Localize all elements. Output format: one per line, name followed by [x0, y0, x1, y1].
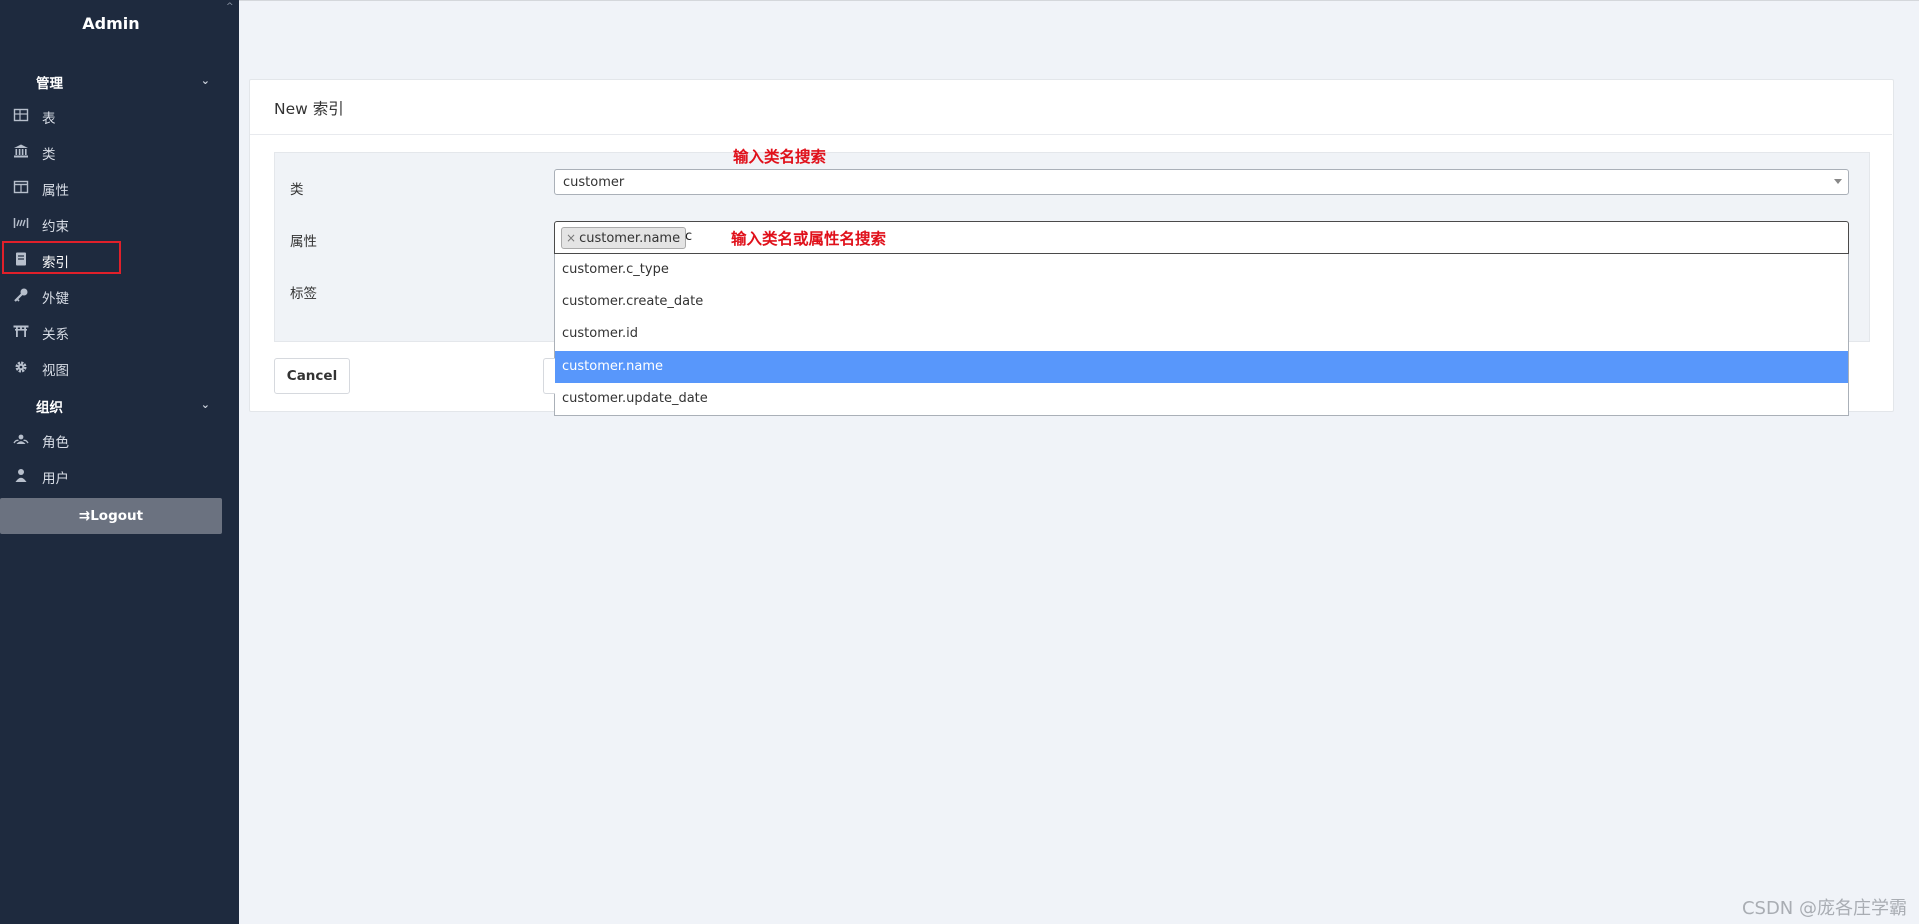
table-icon: [13, 108, 29, 122]
cancel-button[interactable]: Cancel: [274, 358, 350, 394]
tag-label: 标签: [290, 286, 317, 302]
sidebar: Admin ^ 管理 ⌄ 表 类 属性 约束 索引 外键 关系 视图 组织 ⌄: [0, 0, 239, 924]
group-org[interactable]: 组织 ⌄: [36, 396, 226, 418]
card-divider: [250, 134, 1892, 135]
sidebar-item-class[interactable]: 类: [0, 137, 239, 167]
group-org-label: 组织: [36, 400, 63, 416]
annotation-attribute-hint: 输入类名或属性名搜索: [731, 230, 887, 248]
dropdown-option[interactable]: customer.c_type: [555, 254, 1848, 286]
watermark: CSDN @庞各庄学霸: [1741, 898, 1907, 919]
bank-icon: [14, 144, 28, 158]
active-item-highlight: [2, 241, 121, 274]
chevron-down-icon: ⌄: [200, 398, 210, 411]
dropdown-arrow-icon: [1834, 179, 1842, 184]
sidebar-item-label: 关系: [42, 327, 69, 343]
logout-button[interactable]: ⇉Logout: [0, 498, 222, 534]
sidebar-item-label: 角色: [42, 435, 69, 451]
gear-icon: [15, 361, 27, 373]
sidebar-item-relation[interactable]: 关系: [0, 317, 239, 347]
sidebar-item-label: 类: [42, 147, 56, 163]
collapse-sidebar-icon[interactable]: ^: [226, 2, 234, 12]
fence-icon: [13, 218, 29, 228]
sidebar-item-constraint[interactable]: 约束: [0, 209, 239, 239]
group-manage-label: 管理: [36, 76, 63, 92]
logout-label: Logout: [90, 508, 144, 524]
attribute-label: 属性: [290, 234, 317, 250]
tag-remove-icon[interactable]: ×: [566, 231, 576, 245]
top-border: [0, 0, 1919, 1]
attribute-search-input[interactable]: c: [685, 229, 692, 244]
user-icon: [15, 469, 27, 482]
class-select-value: customer: [563, 175, 625, 190]
columns-icon: [13, 180, 29, 194]
dropdown-option[interactable]: customer.update_date: [555, 383, 1848, 415]
key-icon: [14, 288, 28, 302]
dropdown-option-highlighted[interactable]: customer.name: [555, 351, 1848, 383]
sidebar-item-table[interactable]: 表: [0, 101, 239, 131]
dropdown-option[interactable]: customer.id: [555, 318, 1848, 350]
dropdown-option[interactable]: customer.create_date: [555, 286, 1848, 318]
page-title: New 索引: [274, 100, 344, 118]
sidebar-item-label: 用户: [42, 471, 69, 487]
sidebar-item-label: 约束: [42, 219, 69, 235]
sidebar-item-label: 外键: [42, 291, 69, 307]
chevron-down-icon: ⌄: [200, 74, 210, 87]
attribute-dropdown: customer.c_type customer.create_date cus…: [554, 254, 1849, 416]
users-icon: [13, 434, 29, 444]
annotation-class-hint: 输入类名搜索: [733, 148, 827, 166]
class-select[interactable]: customer: [554, 169, 1849, 195]
sidebar-item-view[interactable]: 视图: [0, 353, 239, 383]
class-label: 类: [290, 182, 304, 198]
sidebar-item-label: 属性: [42, 183, 69, 199]
sidebar-item-label: 表: [42, 111, 56, 127]
selected-tag: × customer.name: [561, 227, 687, 249]
sidebar-item-foreign-key[interactable]: 外键: [0, 281, 239, 311]
logout-icon: ⇉: [78, 508, 91, 524]
brand-title: Admin: [82, 14, 140, 33]
sidebar-item-label: 视图: [42, 363, 69, 379]
group-manage[interactable]: 管理 ⌄: [36, 72, 226, 94]
sidebar-item-role[interactable]: 角色: [0, 425, 239, 455]
sidebar-item-user[interactable]: 用户: [0, 461, 239, 491]
torii-icon: [13, 325, 29, 337]
save-button[interactable]: [543, 358, 555, 394]
sidebar-item-attribute[interactable]: 属性: [0, 173, 239, 203]
tag-label: customer.name: [579, 231, 681, 246]
